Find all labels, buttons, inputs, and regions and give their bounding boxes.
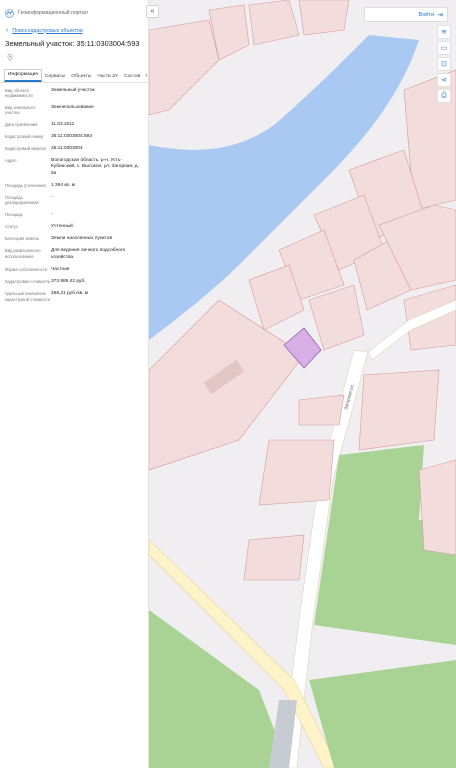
- property-value: Земли населенных пунктов: [51, 236, 112, 242]
- property-value: Землепользование: [51, 104, 94, 110]
- property-label: Кадастровый квартал: [5, 146, 47, 152]
- property-value: Частная: [51, 266, 70, 272]
- property-value: Для ведения личного подсобного хозяйства: [51, 248, 126, 260]
- property-value: 35:11:0303004:593: [51, 133, 92, 139]
- portal-brand[interactable]: Геоинформационный портал: [0, 0, 148, 26]
- property-row: Вид разрешенного использования Для веден…: [5, 248, 144, 260]
- park-green: [309, 660, 456, 768]
- property-row: Категория земель Земли населенных пункто…: [5, 236, 144, 242]
- property-row: Форма собственности Частная: [5, 267, 144, 273]
- property-label: Вид объекта недвижимости: [5, 88, 33, 99]
- measure-tool-icon[interactable]: ⊡: [437, 57, 451, 71]
- property-value: 11.03.2011: [51, 121, 75, 127]
- layers-tool-icon[interactable]: ≋: [437, 25, 451, 39]
- property-row: Кадастровый квартал 35:11:0303004: [5, 146, 144, 152]
- map-view[interactable]: Загорная ул.: [149, 0, 456, 768]
- property-row: Площадь уточненная 1 394 кв. м: [5, 183, 144, 189]
- property-label: Удельный показатель кадастровой стоимост…: [5, 291, 50, 302]
- back-link[interactable]: ‹ Поиск кадастровых объектов: [0, 26, 148, 35]
- property-row: Дата присвоения 11.03.2011: [5, 122, 144, 128]
- property-row: Площадь декларированная -: [5, 195, 144, 206]
- map-canvas[interactable]: Загорная ул.: [149, 0, 456, 768]
- parcel: [149, 19, 220, 116]
- chevron-left-icon: ‹: [6, 27, 9, 34]
- property-label: Кадастровый номер: [5, 133, 44, 139]
- portal-logo-icon: [5, 8, 14, 18]
- object-title: Земельный участок: 35:11:0303004:593: [5, 39, 140, 48]
- property-value: -: [51, 211, 53, 217]
- location-pin-icon[interactable]: [7, 54, 13, 61]
- property-label: Вид земельного участка: [5, 104, 36, 116]
- property-value: 35:11:0303004: [51, 146, 83, 152]
- parcel: [298, 394, 345, 426]
- share-tool-icon[interactable]: ⋖: [437, 73, 451, 87]
- property-label: Вид разрешенного использования: [5, 248, 41, 259]
- property-value: Вологодская область, р-н. Усть-Кубинский…: [51, 158, 139, 176]
- tab-services[interactable]: Сервисы: [42, 74, 68, 82]
- property-label: Форма собственности: [5, 266, 47, 272]
- parcel: [248, 0, 300, 46]
- app-root: Геоинформационный портал ‹ Поиск кадастр…: [0, 0, 456, 768]
- login-label: Войти: [418, 11, 435, 18]
- parcel: [308, 284, 365, 351]
- property-label: Площадь: [5, 211, 23, 217]
- map-toolbar: ≋ ▭ ⊡ ⋖ ⎙: [437, 25, 452, 105]
- info-panel: Геоинформационный портал ‹ Поиск кадастр…: [0, 0, 149, 768]
- property-value: Земельный участок: [51, 88, 95, 93]
- parcel: [358, 369, 440, 451]
- property-value: 268,21 руб./кв. м: [51, 291, 89, 297]
- login-button[interactable]: Войти ⇥: [364, 7, 448, 22]
- collapse-panel-button[interactable]: «: [146, 5, 159, 18]
- property-row: Площадь -: [5, 212, 144, 218]
- property-row: Вид земельного участка Землепользование: [5, 105, 144, 116]
- parcel: [418, 459, 456, 556]
- parcel: [298, 0, 350, 36]
- property-row: Адрес Вологодская область, р-н. Усть-Куб…: [5, 158, 144, 177]
- back-link-label: Поиск кадастровых объектов: [12, 27, 83, 34]
- login-icon: ⇥: [437, 11, 443, 19]
- property-value: 1 394 кв. м: [51, 182, 75, 188]
- property-row: Вид объекта недвижимости Земельный участ…: [5, 88, 144, 99]
- tab-info[interactable]: Информация: [4, 69, 42, 82]
- tab-composition[interactable]: Состав: [121, 74, 143, 82]
- parcel: [258, 439, 335, 506]
- property-value: Учтенный: [51, 224, 73, 230]
- tab-parts[interactable]: Части ЗУ: [94, 74, 121, 82]
- tabs-scroll-right-icon[interactable]: ›: [145, 73, 147, 82]
- property-row: Кадастровый номер 35:11:0303004:593: [5, 134, 144, 140]
- basemap-tool-icon[interactable]: ▭: [437, 41, 451, 55]
- property-label: Кадастровая стоимость: [5, 279, 51, 285]
- property-label: Статус: [5, 224, 18, 230]
- property-label: Площадь уточненная: [5, 182, 46, 188]
- parcel: [243, 534, 305, 581]
- property-label: Адрес: [5, 158, 17, 164]
- property-value: 373 889,42 руб.: [51, 279, 86, 285]
- tab-objects[interactable]: Объекты: [68, 74, 94, 82]
- property-row: Удельный показатель кадастровой стоимост…: [5, 291, 144, 302]
- park-green: [149, 610, 289, 768]
- tab-bar: Информация Сервисы Объекты Части ЗУ Сост…: [0, 69, 148, 83]
- property-row: Кадастровая стоимость 373 889,42 руб.: [5, 279, 144, 285]
- print-tool-icon[interactable]: ⎙: [437, 89, 451, 103]
- property-row: Статус Учтенный: [5, 224, 144, 230]
- property-list: Вид объекта недвижимости Земельный участ…: [0, 83, 148, 302]
- property-label: Категория земель: [5, 236, 39, 242]
- property-label: Дата присвоения: [5, 121, 38, 127]
- property-label: Площадь декларированная: [5, 195, 39, 206]
- property-value: -: [51, 195, 53, 201]
- portal-name: Геоинформационный портал: [18, 10, 88, 16]
